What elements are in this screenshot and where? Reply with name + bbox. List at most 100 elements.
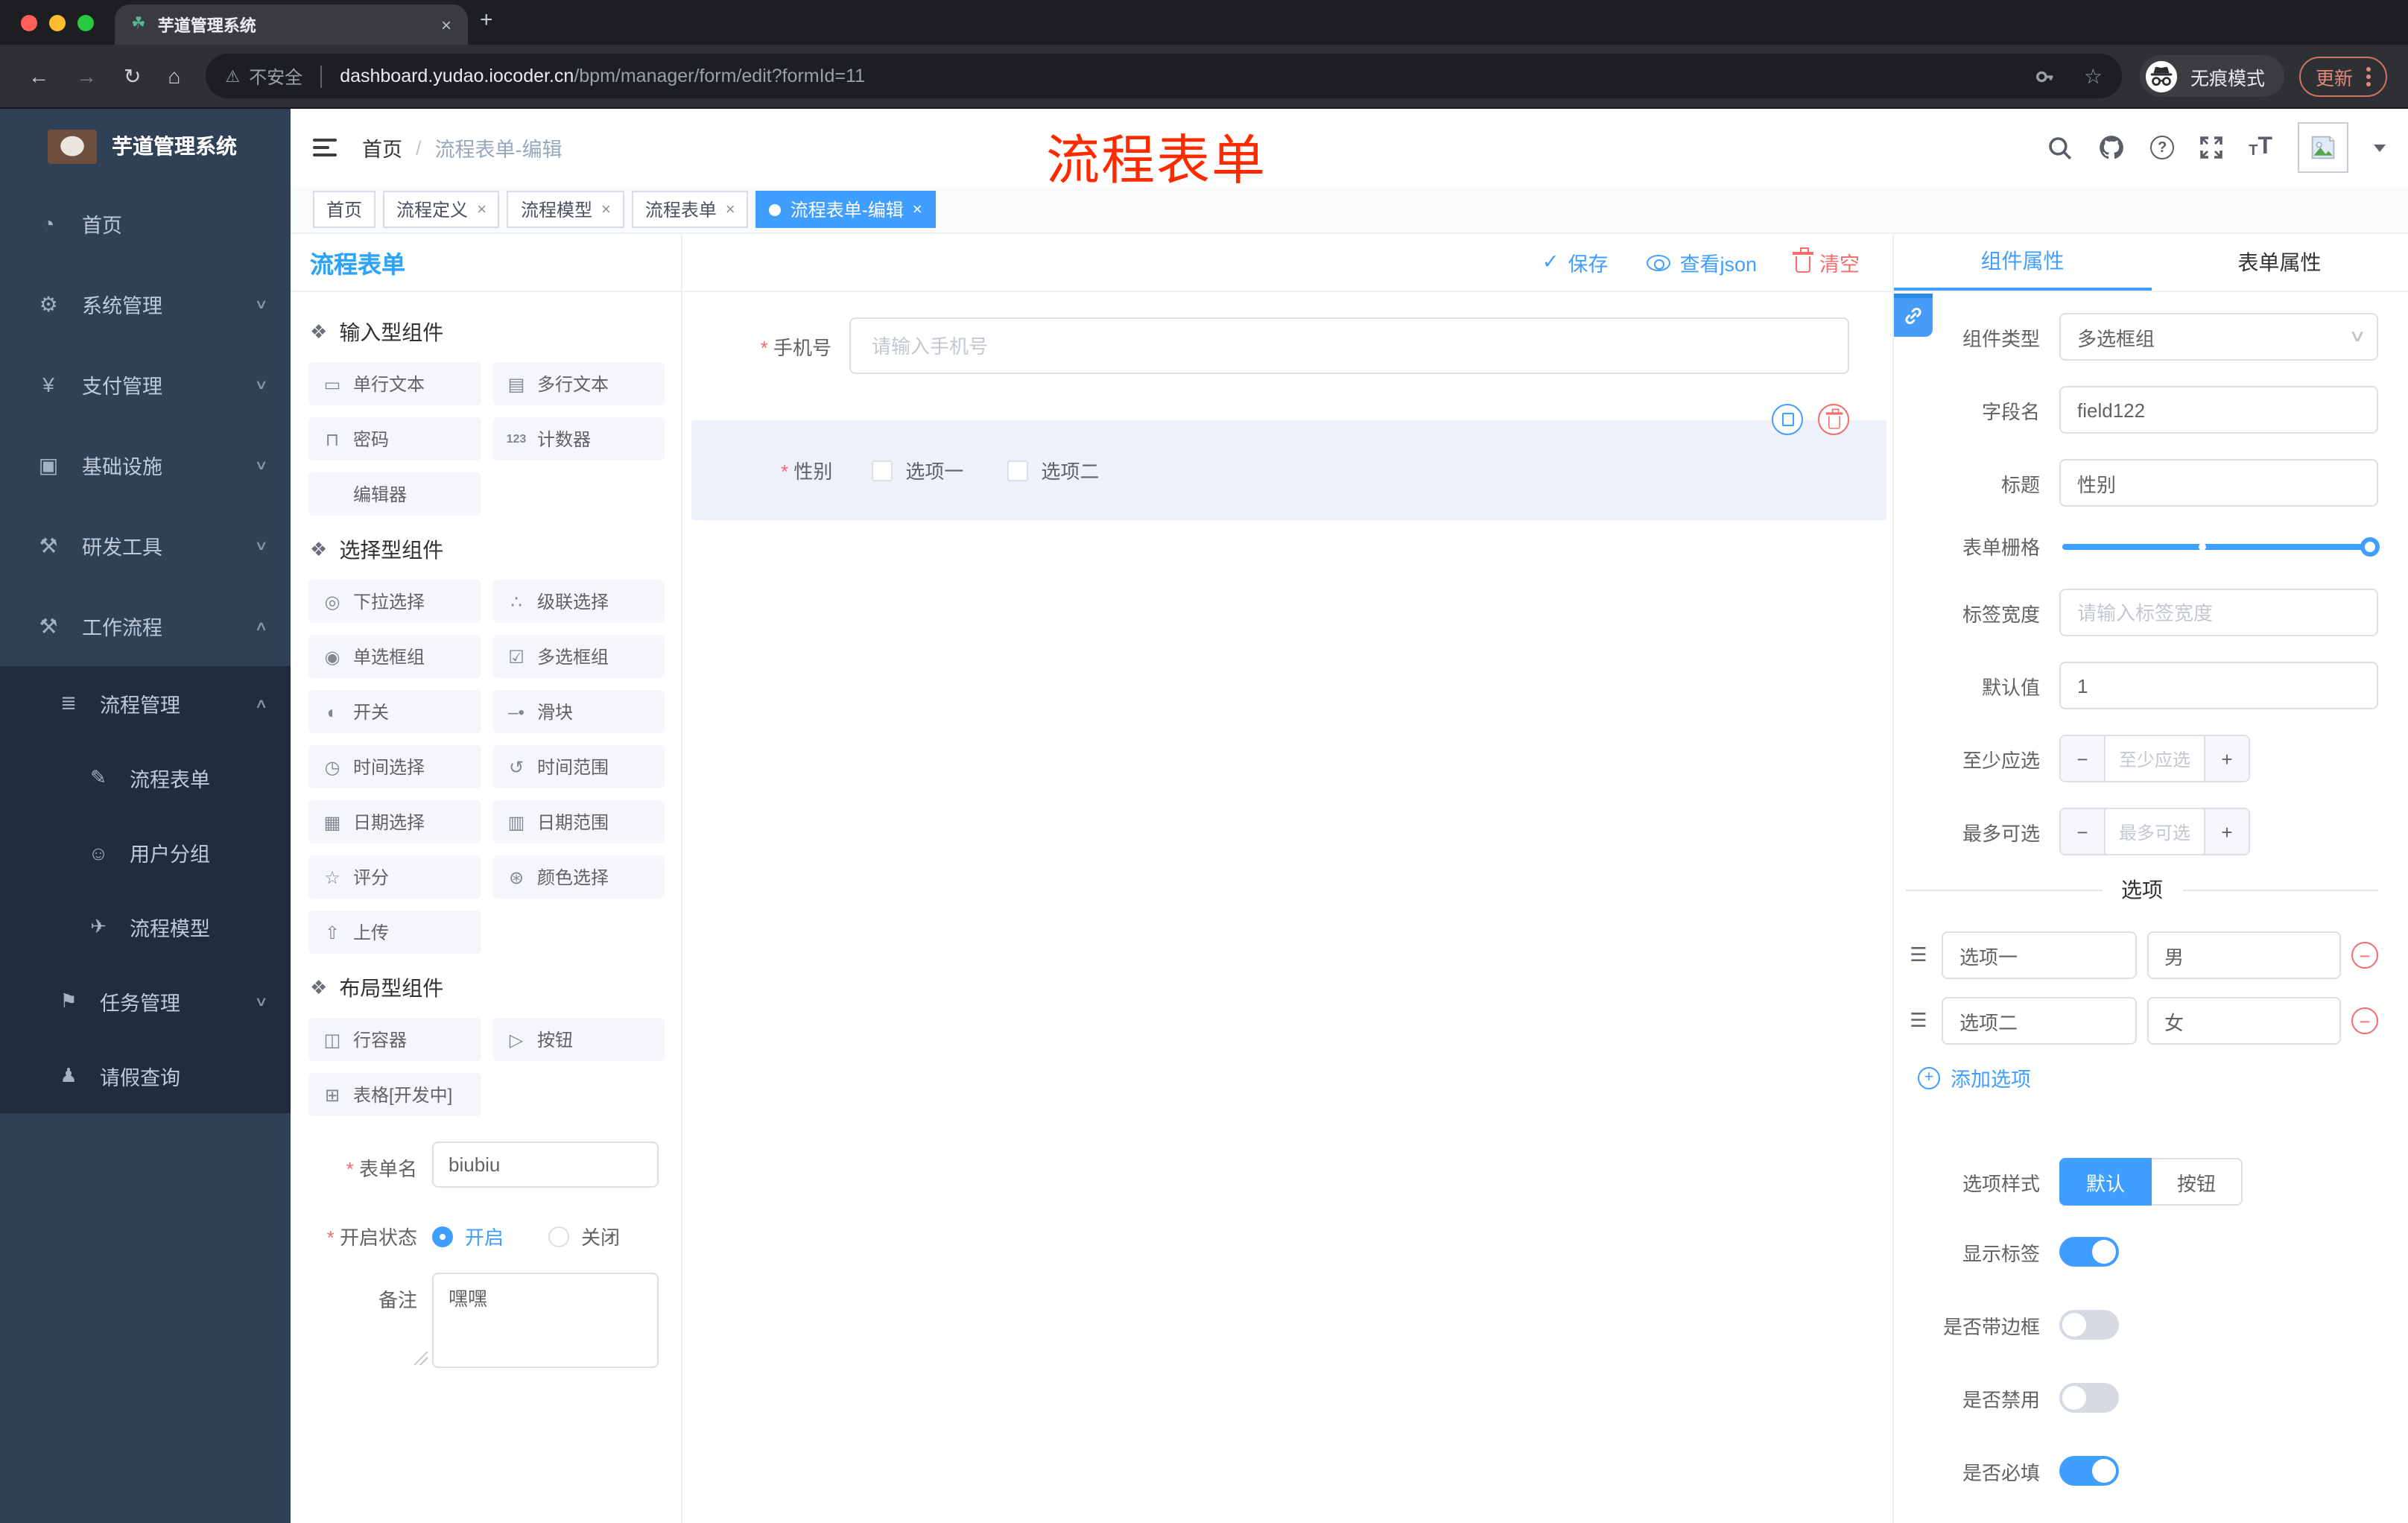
close-window-button[interactable] — [21, 15, 37, 31]
close-tag-icon[interactable]: × — [477, 200, 487, 218]
search-icon[interactable] — [2047, 135, 2073, 160]
decrease-button[interactable]: − — [2061, 736, 2104, 781]
sidebar-item-task-management[interactable]: ⚑ 任务管理 ∨ — [0, 964, 291, 1039]
collapse-sidebar-icon[interactable] — [313, 139, 337, 156]
sidebar-item-workflow[interactable]: ⚒ 工作流程 ∧ — [0, 586, 291, 666]
sidebar-item-payment[interactable]: ¥ 支付管理 ∨ — [0, 344, 291, 425]
tag-process-definition[interactable]: 流程定义 × — [383, 191, 500, 228]
tag-process-form-edit[interactable]: 流程表单-编辑 × — [755, 191, 936, 228]
drag-handle-icon[interactable]: ☰ — [1906, 943, 1931, 967]
phone-field-row[interactable]: 手机号 — [691, 317, 1892, 374]
palette-item-editor[interactable]: 编辑器 — [308, 472, 481, 516]
add-option-link[interactable]: + 添加选项 — [1918, 1063, 2378, 1092]
gender-option-1[interactable]: 选项一 — [871, 456, 963, 484]
palette-item-radio-group[interactable]: ◉ 单选框组 — [308, 635, 481, 678]
palette-item-time-range[interactable]: ↺ 时间范围 — [492, 745, 665, 788]
key-icon[interactable] — [2035, 65, 2057, 87]
sidebar-item-process-management[interactable]: ≣ 流程管理 ∧ — [0, 666, 291, 741]
home-icon[interactable]: ⌂ — [168, 66, 180, 86]
remove-option-button[interactable]: − — [2351, 1007, 2378, 1034]
style-default-button[interactable]: 默认 — [2059, 1158, 2152, 1206]
address-bar[interactable]: ⚠ 不安全 dashboard.yudao.iocoder.cn/bpm/man… — [206, 54, 2122, 98]
tab-component-props[interactable]: 组件属性 — [1894, 234, 2151, 291]
palette-item-table[interactable]: ⊞ 表格[开发中] — [308, 1073, 481, 1116]
sidebar-item-devtools[interactable]: ⚒ 研发工具 ∨ — [0, 505, 291, 586]
palette-item-single-line-text[interactable]: ▭ 单行文本 — [308, 362, 481, 405]
save-button[interactable]: ✓ 保存 — [1542, 247, 1609, 277]
increase-button[interactable]: + — [2205, 809, 2249, 854]
sidebar-item-process-model[interactable]: ✈ 流程模型 — [0, 890, 291, 964]
disabled-toggle[interactable] — [2059, 1383, 2119, 1413]
browser-tab[interactable]: ☘ 芋道管理系统 × — [115, 4, 468, 45]
palette-item-rate[interactable]: ☆ 评分 — [308, 855, 481, 899]
font-size-icon[interactable]: TT — [2249, 135, 2272, 159]
palette-item-slider[interactable]: –• 滑块 — [492, 690, 665, 733]
sidebar-item-system[interactable]: ⚙ 系统管理 ∨ — [0, 264, 291, 344]
gender-option-2[interactable]: 选项二 — [1007, 456, 1099, 484]
sidebar-item-home[interactable]: ◔ 首页 — [0, 183, 291, 264]
palette-item-color-picker[interactable]: ⊛ 颜色选择 — [492, 855, 665, 899]
palette-item-checkbox-group[interactable]: ☑ 多选框组 — [492, 635, 665, 678]
clear-button[interactable]: 清空 — [1793, 247, 1860, 277]
help-icon[interactable]: ? — [2150, 136, 2175, 159]
back-icon[interactable]: ← — [28, 66, 49, 86]
status-off-radio[interactable] — [548, 1226, 570, 1247]
sidebar-item-process-form[interactable]: ✎ 流程表单 — [0, 741, 291, 815]
status-on-label[interactable]: 开启 — [465, 1222, 504, 1250]
sidebar-item-leave-query[interactable]: ♟ 请假查询 — [0, 1039, 291, 1113]
max-select-placeholder[interactable]: 最多可选 — [2104, 809, 2205, 854]
browser-menu-icon[interactable] — [2366, 66, 2371, 86]
drag-handle-icon[interactable]: ☰ — [1906, 1009, 1931, 1033]
link-icon[interactable] — [1894, 294, 1933, 337]
min-select-placeholder[interactable]: 至少应选 — [2104, 736, 2205, 781]
close-tab-icon[interactable]: × — [441, 14, 452, 35]
default-value-input[interactable] — [2059, 662, 2378, 709]
bookmark-star-icon[interactable]: ☆ — [2084, 63, 2103, 89]
slider-handle[interactable] — [2360, 536, 2380, 556]
checkbox-icon[interactable] — [1007, 460, 1028, 481]
option-2-label-input[interactable] — [1942, 997, 2136, 1045]
title-input[interactable] — [2059, 459, 2378, 507]
palette-item-upload[interactable]: ⇧ 上传 — [308, 911, 481, 954]
close-tag-icon[interactable]: × — [601, 200, 611, 218]
view-json-button[interactable]: 查看json — [1647, 247, 1757, 277]
increase-button[interactable]: + — [2205, 736, 2249, 781]
breadcrumb-home[interactable]: 首页 — [362, 133, 402, 162]
form-remark-textarea[interactable]: 嘿嘿 — [432, 1273, 659, 1368]
status-off-label[interactable]: 关闭 — [581, 1222, 620, 1250]
option-1-label-input[interactable] — [1942, 931, 2136, 979]
palette-item-date-range[interactable]: ▥ 日期范围 — [492, 800, 665, 843]
close-tag-icon[interactable]: × — [913, 200, 922, 218]
maximize-window-button[interactable] — [77, 15, 94, 31]
phone-input[interactable] — [849, 317, 1849, 374]
fullscreen-icon[interactable] — [2199, 136, 2223, 159]
label-width-input[interactable] — [2059, 589, 2378, 636]
palette-item-switch[interactable]: ◐ 开关 — [308, 690, 481, 733]
avatar-dropdown-caret-icon[interactable] — [2374, 144, 2386, 151]
tab-form-props[interactable]: 表单属性 — [2151, 234, 2408, 291]
option-1-value-input[interactable] — [2146, 931, 2341, 979]
sidebar-item-infrastructure[interactable]: ▣ 基础设施 ∨ — [0, 425, 291, 505]
palette-item-cascader[interactable]: ∴ 级联选择 — [492, 580, 665, 623]
form-name-input[interactable] — [432, 1142, 659, 1188]
palette-item-counter[interactable]: 123 计数器 — [492, 417, 665, 460]
delete-component-button[interactable] — [1818, 404, 1849, 435]
palette-item-button[interactable]: ▷ 按钮 — [492, 1018, 665, 1061]
palette-item-password[interactable]: ⊓ 密码 — [308, 417, 481, 460]
tag-process-form[interactable]: 流程表单 × — [631, 191, 749, 228]
option-2-value-input[interactable] — [2146, 997, 2341, 1045]
remove-option-button[interactable]: − — [2351, 942, 2378, 969]
avatar[interactable] — [2298, 122, 2348, 173]
forward-icon[interactable]: → — [76, 66, 97, 86]
palette-item-row-container[interactable]: ◫ 行容器 — [308, 1018, 481, 1061]
copy-component-button[interactable] — [1772, 404, 1803, 435]
field-name-input[interactable] — [2059, 386, 2378, 434]
component-type-select[interactable] — [2059, 313, 2378, 361]
palette-item-date-picker[interactable]: ▦ 日期选择 — [308, 800, 481, 843]
reload-icon[interactable]: ↻ — [124, 66, 141, 86]
app-logo[interactable]: 芋道管理系统 — [0, 109, 291, 183]
show-label-toggle[interactable] — [2059, 1237, 2119, 1267]
decrease-button[interactable]: − — [2061, 809, 2104, 854]
form-grid-slider[interactable] — [2062, 536, 2380, 556]
tag-home[interactable]: 首页 — [313, 191, 376, 228]
